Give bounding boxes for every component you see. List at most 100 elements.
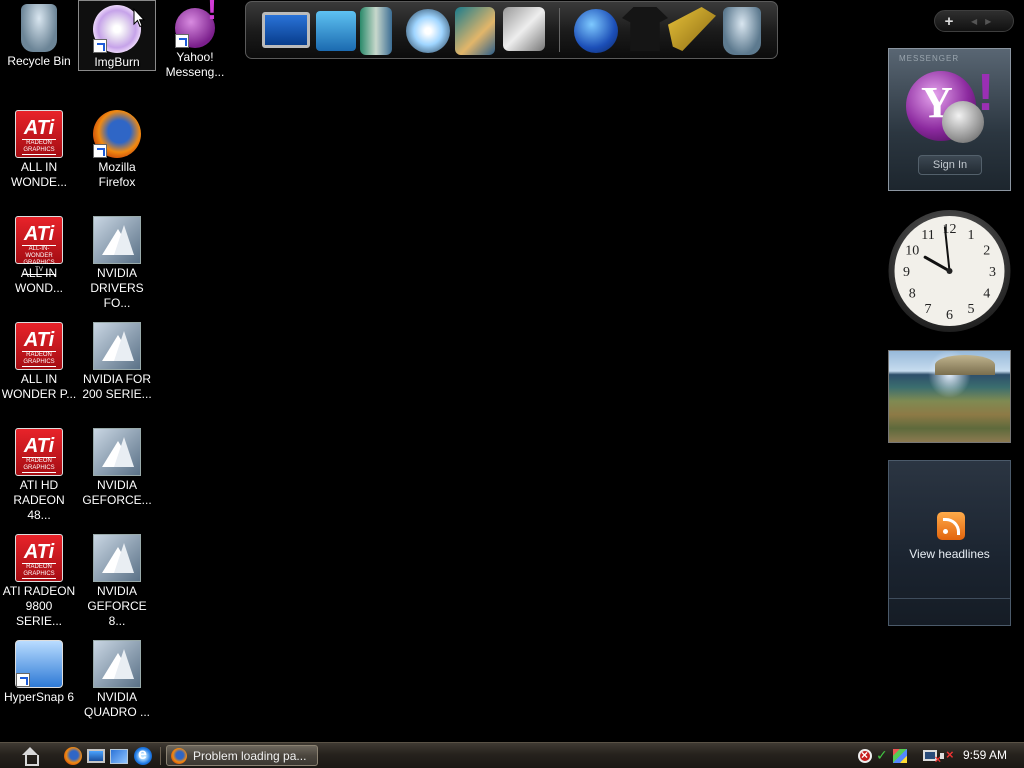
clock-numeral: 9 [903,265,910,280]
mouse-cursor-icon [133,8,145,28]
rss-feed-icon [937,512,965,540]
ati-radeon-icon: ATi RADEON GRAPHICS [15,428,63,476]
desktop-icon-ati-hd-radeon[interactable]: ATi RADEON GRAPHICS ATI HD RADEON 48... [0,424,78,523]
nvidia-installer-icon [93,428,141,476]
recycle-bin-icon[interactable] [723,7,761,55]
tools-icon[interactable] [503,7,545,51]
dock-bar [245,1,778,59]
ati-all-in-wonder-icon: ATi ALL-IN-WONDER GRAPHICS TV [15,216,63,275]
shortcut-arrow-icon [16,673,30,687]
checkmark-tray-icon[interactable] [876,747,890,764]
desktop-icon-nvidia-geforce-8[interactable]: NVIDIA GEFORCE 8... [78,530,156,629]
add-gadget-button[interactable]: + [935,13,963,30]
shortcut-arrow-icon [175,34,189,48]
ati-logo-subtext: RADEON GRAPHICS [22,139,56,155]
globe-icon[interactable] [574,9,618,53]
hypersnap-camera-icon [15,640,63,688]
desktop-icon-label: NVIDIA FOR 200 SERIE... [82,372,152,401]
desktop-icon-label: ALL IN WONDER P... [1,372,77,401]
desktop-icon-label: ImgBurn [94,55,140,69]
desktop-icon-label: Mozilla Firefox [98,160,136,189]
desktop-icon-label: ATI HD RADEON 48... [13,478,65,522]
taskbar-button-firefox[interactable]: Problem loading pa... [166,745,318,766]
taskbar-clock[interactable]: 9:59 AM [963,748,1007,762]
coastline-rock [935,355,995,375]
documents-icon[interactable] [360,7,392,55]
messenger-globe-icon [942,101,984,143]
desktop-icon-nvidia-quadro[interactable]: NVIDIA QUADRO ... [78,636,156,720]
tshirt-icon[interactable] [622,7,668,51]
desktop-icon-ati-all-in-wonder-p[interactable]: ATi RADEON GRAPHICS ALL IN WONDER P... [0,318,78,402]
quicklaunch-internet-explorer-icon[interactable] [134,746,152,765]
desktop-icon-label: Recycle Bin [7,54,71,68]
nvidia-installer-icon [93,534,141,582]
quicklaunch-firefox-icon[interactable] [64,747,82,765]
desktop-icon-firefox[interactable]: Mozilla Firefox [78,106,156,190]
ati-logo-text: ATi [23,541,55,563]
desktop-icon-yahoo-messenger[interactable]: Yahoo! Messeng... [156,0,234,80]
network-icon[interactable] [316,11,356,51]
view-headlines-link[interactable]: View headlines [889,547,1010,561]
recycle-bin-icon [21,4,57,52]
taskbar: Problem loading pa... 9:59 AM [0,742,1024,768]
desktop-icon-label: NVIDIA GEFORCE... [82,478,152,507]
desktop-icon-label: ATI RADEON 9800 SERIE... [2,584,76,628]
desktop-icon-label: NVIDIA GEFORCE 8... [87,584,147,628]
quicklaunch-show-desktop-icon[interactable] [87,749,105,763]
ati-logo-subtext: RADEON GRAPHICS [22,563,56,579]
desktop-icon-nvidia-geforce[interactable]: NVIDIA GEFORCE... [78,424,156,508]
firefox-icon [171,747,187,764]
security-alert-icon[interactable] [858,748,872,763]
ati-logo-subtext: ALL-IN-WONDER GRAPHICS TV [22,245,56,275]
gadget-header: MESSENGER [899,54,960,63]
network-disconnected-icon[interactable] [923,750,941,766]
desktop-icon-ati-all-in-wonder[interactable]: ATi RADEON GRAPHICS ALL IN WONDE... [0,106,78,190]
yahoo-messenger-gadget: MESSENGER ! Sign In [888,48,1011,191]
monitor-icon[interactable] [262,12,310,48]
nvidia-installer-icon [93,216,141,264]
ati-logo-text: ATi [23,435,55,457]
clock-numeral: 11 [921,228,934,243]
media-disc-icon[interactable] [406,9,450,53]
nvidia-installer-icon [93,322,141,370]
desktop-icon-label: ALL IN WONDE... [11,160,67,189]
clock-numeral: 7 [925,302,932,317]
volume-muted-icon[interactable] [940,747,954,763]
clock-numeral: 4 [983,287,990,302]
desktop-icon-nvidia-drivers[interactable]: NVIDIA DRIVERS FO... [78,212,156,311]
previous-gadget-page-button[interactable]: ◀ [971,17,977,26]
desktop-icon-label: HyperSnap 6 [3,690,75,704]
taskbar-button-label: Problem loading pa... [193,748,307,763]
clock-numeral: 8 [909,287,916,302]
desktop-icon-ati-all-in-wonder-2[interactable]: ATi ALL-IN-WONDER GRAPHICS TV ALL IN WOND… [0,212,78,296]
firefox-icon [93,110,141,158]
start-home-icon[interactable] [21,747,39,766]
ati-radeon-icon: ATi RADEON GRAPHICS [15,110,63,158]
hammer-icon[interactable] [668,7,716,51]
shortcut-arrow-icon [93,39,107,53]
desktop-icon-hypersnap[interactable]: HyperSnap 6 [0,636,78,705]
pictures-icon[interactable] [455,7,495,55]
sign-in-button[interactable]: Sign In [918,155,982,175]
quicklaunch-switch-windows-icon[interactable] [110,749,128,764]
dock-separator [559,8,560,52]
shortcut-arrow-icon [93,144,107,158]
clock-numeral: 3 [989,265,996,280]
yahoo-messenger-icon [175,2,217,48]
clock-numeral: 6 [946,308,953,323]
next-gadget-page-button[interactable]: ▶ [985,17,991,26]
slideshow-gadget[interactable] [888,350,1011,443]
ati-logo-subtext: RADEON GRAPHICS [22,457,56,473]
ati-logo-subtext: RADEON GRAPHICS [22,351,56,367]
desktop-icon-ati-radeon-9800[interactable]: ATi RADEON GRAPHICS ATI RADEON 9800 SERIE… [0,530,78,629]
clock-gadget[interactable]: 12 1 2 3 4 5 6 7 8 9 10 11 [888,209,1011,333]
ati-logo-text: ATi [23,223,55,245]
desktop-icon-nvidia-200-series[interactable]: NVIDIA FOR 200 SERIE... [78,318,156,402]
desktop-icon-label: NVIDIA QUADRO ... [83,690,150,719]
desktop-icon-recycle-bin[interactable]: Recycle Bin [0,0,78,69]
ati-radeon-icon: ATi RADEON GRAPHICS [15,322,63,370]
desktop-icon-label: Yahoo! Messeng... [165,50,225,79]
quicklaunch-separator [160,747,161,765]
sidebar-controls: + ◀ ▶ [934,10,1014,32]
windows-flag-icon[interactable] [893,749,907,763]
